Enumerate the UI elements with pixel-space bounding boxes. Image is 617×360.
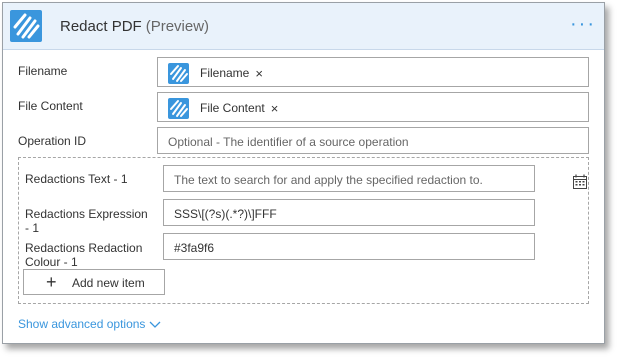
label-line: Redactions Redaction [25,241,143,255]
action-card: Redact PDF (Preview) ··· Filename Filenam… [2,2,605,344]
redactions-colour-label: Redactions Redaction Colour - 1 [25,241,142,269]
label-line: Redactions Expression [25,207,148,221]
chevron-down-icon [149,318,161,332]
redactions-colour-value: #3fa9f6 [174,241,215,255]
redactions-expression-label: Redactions Expression - 1 [25,207,148,235]
advanced-label: Show advanced options [18,317,146,331]
preview-tag: (Preview) [145,18,210,35]
redactions-text-label: Redactions Text - 1 [25,172,128,186]
operation-id-label: Operation ID [18,134,87,148]
filename-label: Filename [18,64,68,78]
ellipsis-icon[interactable]: ··· [570,14,596,34]
redactions-expression-value: SSS\[(?s)(.*?)\]FFF [174,207,277,221]
label-line: - 1 [25,221,40,235]
filename-token[interactable]: Filename × [168,62,263,84]
redactions-text-placeholder: The text to search for and apply the spe… [174,173,483,187]
redactions-text-input[interactable]: The text to search for and apply the spe… [163,165,535,192]
action-name: Redact PDF [60,18,142,35]
stripes-logo-icon [10,10,42,42]
token-label: Filename [200,66,250,80]
file-content-label: File Content [18,99,83,113]
close-icon[interactable]: × [271,101,279,116]
card-title: Redact PDF (Preview) [60,18,209,35]
card-header[interactable]: Redact PDF (Preview) ··· [3,3,604,50]
plus-icon: + [46,272,57,292]
redactions-expression-input[interactable]: SSS\[(?s)(.*?)\]FFF [163,199,535,226]
file-content-token[interactable]: File Content × [168,97,278,119]
operation-id-placeholder: Optional - The identifier of a source op… [168,135,409,149]
token-label: File Content [200,101,265,115]
redactions-colour-input[interactable]: #3fa9f6 [163,233,535,260]
close-icon[interactable]: × [255,66,263,81]
file-content-field[interactable]: File Content × [157,92,589,122]
show-advanced-options-link[interactable]: Show advanced options [18,317,161,332]
stripes-logo-icon [168,97,189,119]
add-new-item-label: Add new item [72,276,145,290]
redactions-array-group: Redactions Text - 1 The text to search f… [18,157,589,304]
table-icon[interactable] [572,174,588,190]
filename-field[interactable]: Filename × [157,57,589,87]
stripes-logo-icon [168,62,189,84]
operation-id-input[interactable]: Optional - The identifier of a source op… [157,127,589,154]
add-new-item-button[interactable]: + Add new item [23,269,165,295]
label-line: Colour - 1 [25,255,78,269]
